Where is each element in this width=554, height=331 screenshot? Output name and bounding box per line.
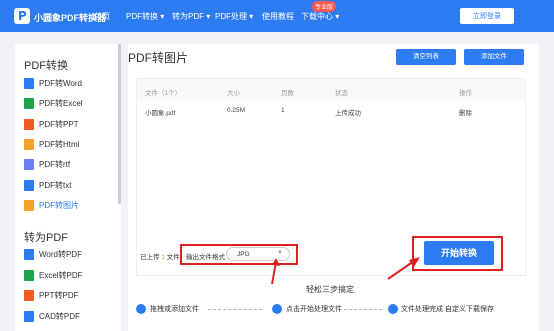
sidebar-section-to-pdf: 转为PDF bbox=[24, 232, 68, 244]
top-nav: 小圆象PDF转换器 首页 PDF转换 ▾ 转为PDF ▾ PDF处理 ▾ 使用教… bbox=[0, 0, 554, 32]
step-3: 文件处理完成 自定义下载保存 bbox=[401, 306, 494, 313]
cell-status: 上传成功 bbox=[335, 110, 361, 117]
nav-pdf-process[interactable]: PDF处理 ▾ bbox=[215, 11, 253, 22]
sidebar-section-pdf-convert: PDF转换 bbox=[24, 60, 68, 72]
start-highlight-box bbox=[412, 236, 503, 271]
table-row: 小圆象.pdf 0.25M 1 上传成功 删除 bbox=[137, 101, 525, 119]
clear-list-button[interactable]: 清空列表 bbox=[396, 49, 456, 65]
nav-to-pdf[interactable]: 转为PDF ▾ bbox=[172, 11, 210, 22]
delete-link[interactable]: 删除 bbox=[459, 107, 472, 117]
col-header-file: 文件（1个） bbox=[145, 90, 182, 97]
excel-file-icon bbox=[24, 98, 34, 109]
table-header: 文件（1个） 大小 页数 状态 操作 bbox=[137, 79, 525, 101]
image-file-icon bbox=[24, 200, 34, 211]
uploaded-count-label: 已上传 1 文件 bbox=[140, 254, 180, 261]
col-header-action: 操作 bbox=[459, 90, 472, 97]
login-button[interactable]: 立即登录 bbox=[460, 8, 514, 24]
step3-icon bbox=[388, 304, 398, 314]
step-divider bbox=[208, 309, 262, 310]
html-file-icon bbox=[24, 139, 34, 150]
step1-icon bbox=[136, 304, 146, 314]
cad-file-icon bbox=[24, 311, 34, 322]
step-1: 拖拽或添加文件 bbox=[150, 306, 199, 313]
cell-file-name: 小圆象.pdf bbox=[145, 110, 176, 117]
ppt-file-icon bbox=[24, 290, 34, 301]
step2-icon bbox=[272, 304, 282, 314]
steps-title: 轻松三步搞定 bbox=[306, 285, 354, 294]
sidebar-item-pdf-to-txt[interactable]: PDF转txt bbox=[24, 179, 119, 193]
sidebar: PDF转换 PDF转Word PDF转Excel PDF转PPT PDF转Htm… bbox=[15, 44, 121, 331]
excel-file-icon bbox=[24, 270, 34, 281]
sidebar-item-word-to-pdf[interactable]: Word转PDF bbox=[24, 248, 119, 262]
sidebar-item-pdf-to-html[interactable]: PDF转Html bbox=[24, 138, 119, 152]
sidebar-item-pdf-to-rtf[interactable]: PDF转rtf bbox=[24, 158, 119, 172]
sidebar-item-pdf-to-excel[interactable]: PDF转Excel bbox=[24, 97, 119, 111]
ppt-file-icon bbox=[24, 119, 34, 130]
sidebar-item-excel-to-pdf[interactable]: Excel转PDF bbox=[24, 269, 119, 283]
col-header-status: 状态 bbox=[335, 90, 348, 97]
arrow-right-icon bbox=[387, 257, 420, 280]
sidebar-item-pdf-to-ppt[interactable]: PDF转PPT bbox=[24, 118, 119, 132]
pro-badge: 专业版 bbox=[312, 1, 337, 12]
rtf-file-icon bbox=[24, 159, 34, 170]
word-file-icon bbox=[24, 78, 34, 89]
cell-pages: 1 bbox=[281, 107, 285, 114]
col-header-size: 大小 bbox=[227, 90, 240, 97]
sidebar-scrollbar[interactable] bbox=[118, 44, 121, 204]
add-file-button[interactable]: 添加文件 bbox=[464, 49, 524, 65]
nav-download-center[interactable]: 下载中心 ▾ bbox=[301, 11, 339, 22]
step-2: 点击开始处理文件 bbox=[286, 306, 342, 313]
nav-tutorial[interactable]: 使用教程 bbox=[262, 11, 294, 22]
col-header-pages: 页数 bbox=[281, 90, 294, 97]
sidebar-item-cad-to-pdf[interactable]: CAD转PDF bbox=[24, 310, 119, 324]
word-file-icon bbox=[24, 249, 34, 260]
sidebar-item-ppt-to-pdf[interactable]: PPT转PDF bbox=[24, 289, 119, 303]
sidebar-item-pdf-to-image[interactable]: PDF转图片 bbox=[24, 199, 119, 213]
cell-size: 0.25M bbox=[227, 107, 246, 114]
nav-pdf-convert[interactable]: PDF转换 ▾ bbox=[126, 11, 164, 22]
nav-home[interactable]: 首页 bbox=[94, 11, 110, 22]
txt-file-icon bbox=[24, 180, 34, 191]
page-title: PDF转图片 bbox=[128, 51, 189, 65]
step-divider bbox=[344, 309, 382, 310]
app-logo-icon[interactable] bbox=[14, 8, 30, 24]
sidebar-item-pdf-to-word[interactable]: PDF转Word bbox=[24, 77, 119, 91]
